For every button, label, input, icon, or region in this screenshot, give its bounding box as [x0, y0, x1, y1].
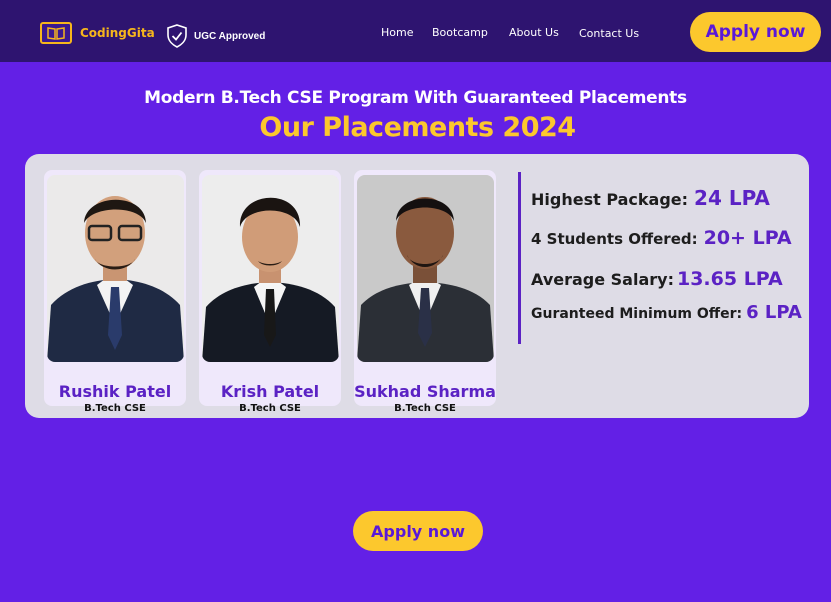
student-degree: B.Tech CSE	[84, 403, 146, 414]
stat-value: 24 LPA	[694, 186, 770, 210]
apply-now-button-header[interactable]: Apply now	[690, 12, 821, 52]
student-photo	[357, 175, 494, 362]
student-card: Rushik Patel B.Tech CSE	[44, 170, 186, 414]
nav-link-bootcamp[interactable]: Bootcamp	[432, 26, 488, 39]
shield-check-icon	[167, 24, 187, 48]
stat-value: 6 LPA	[746, 302, 802, 323]
stat-label: Highest Package:	[531, 190, 689, 209]
ugc-label: UGC Approved	[194, 30, 266, 42]
student-card: Sukhad Sharma B.Tech CSE	[354, 170, 496, 414]
student-card: Krish Patel B.Tech CSE	[199, 170, 341, 414]
stat-label: 4 Students Offered:	[531, 230, 698, 248]
book-icon	[40, 22, 72, 44]
student-name: Sukhad Sharma	[354, 382, 496, 401]
nav-link-about-us[interactable]: About Us	[509, 26, 559, 39]
student-degree: B.Tech CSE	[239, 403, 301, 414]
stat-value: 20+ LPA	[703, 227, 792, 249]
nav-link-contact-us[interactable]: Contact Us	[579, 27, 639, 40]
stat-minimum-offer: Guranteed Minimum Offer: 6 LPA	[531, 302, 802, 323]
ugc-approved-badge: UGC Approved	[166, 24, 265, 48]
stat-highest-package: Highest Package: 24 LPA	[531, 186, 770, 210]
hero-title: Our Placements 2024	[259, 112, 576, 143]
brand-logo-link[interactable]: CodingGita	[40, 22, 155, 44]
stat-value: 13.65 LPA	[676, 268, 783, 290]
stat-label: Average Salary:	[531, 270, 674, 289]
apply-now-button[interactable]: Apply now	[353, 511, 483, 551]
stats-divider	[518, 172, 521, 344]
hero-subtitle: Modern B.Tech CSE Program With Guarantee…	[144, 88, 687, 108]
student-photo	[202, 175, 339, 362]
top-navbar: CodingGita UGC Approved Home Bootcamp Ab…	[0, 0, 831, 62]
student-photo	[47, 175, 184, 362]
brand-name: CodingGita	[80, 26, 155, 40]
student-name: Krish Patel	[220, 382, 320, 401]
stat-label: Guranteed Minimum Offer:	[531, 306, 743, 322]
student-degree: B.Tech CSE	[394, 403, 456, 414]
stat-average-salary: Average Salary: 13.65 LPA	[531, 268, 783, 290]
nav-link-home[interactable]: Home	[381, 26, 413, 39]
placements-panel: Rushik Patel B.Tech CSE Krish Patel B.Te…	[25, 154, 809, 418]
student-name: Rushik Patel	[58, 382, 172, 401]
stat-students-offered: 4 Students Offered: 20+ LPA	[531, 227, 792, 249]
